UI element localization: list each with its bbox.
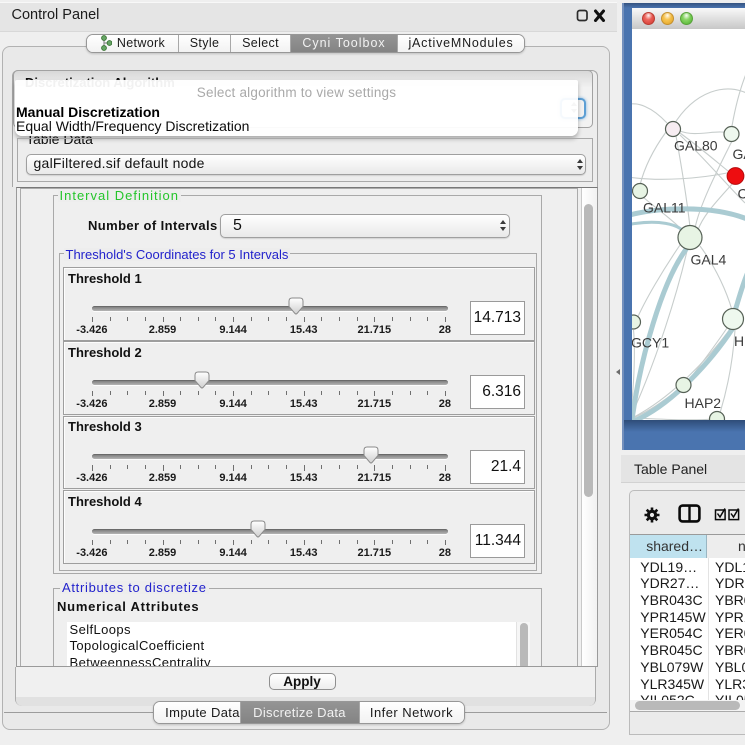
svg-text:H: H — [734, 333, 744, 349]
svg-text:CD: CD — [738, 186, 745, 202]
svg-text:GA: GA — [733, 146, 745, 162]
svg-text:GAL11: GAL11 — [643, 200, 686, 216]
svg-text:HAP2: HAP2 — [685, 395, 722, 411]
svg-text:GCY1: GCY1 — [632, 335, 669, 351]
svg-text:GAL80: GAL80 — [674, 138, 718, 154]
svg-text:GAL4: GAL4 — [691, 252, 727, 268]
